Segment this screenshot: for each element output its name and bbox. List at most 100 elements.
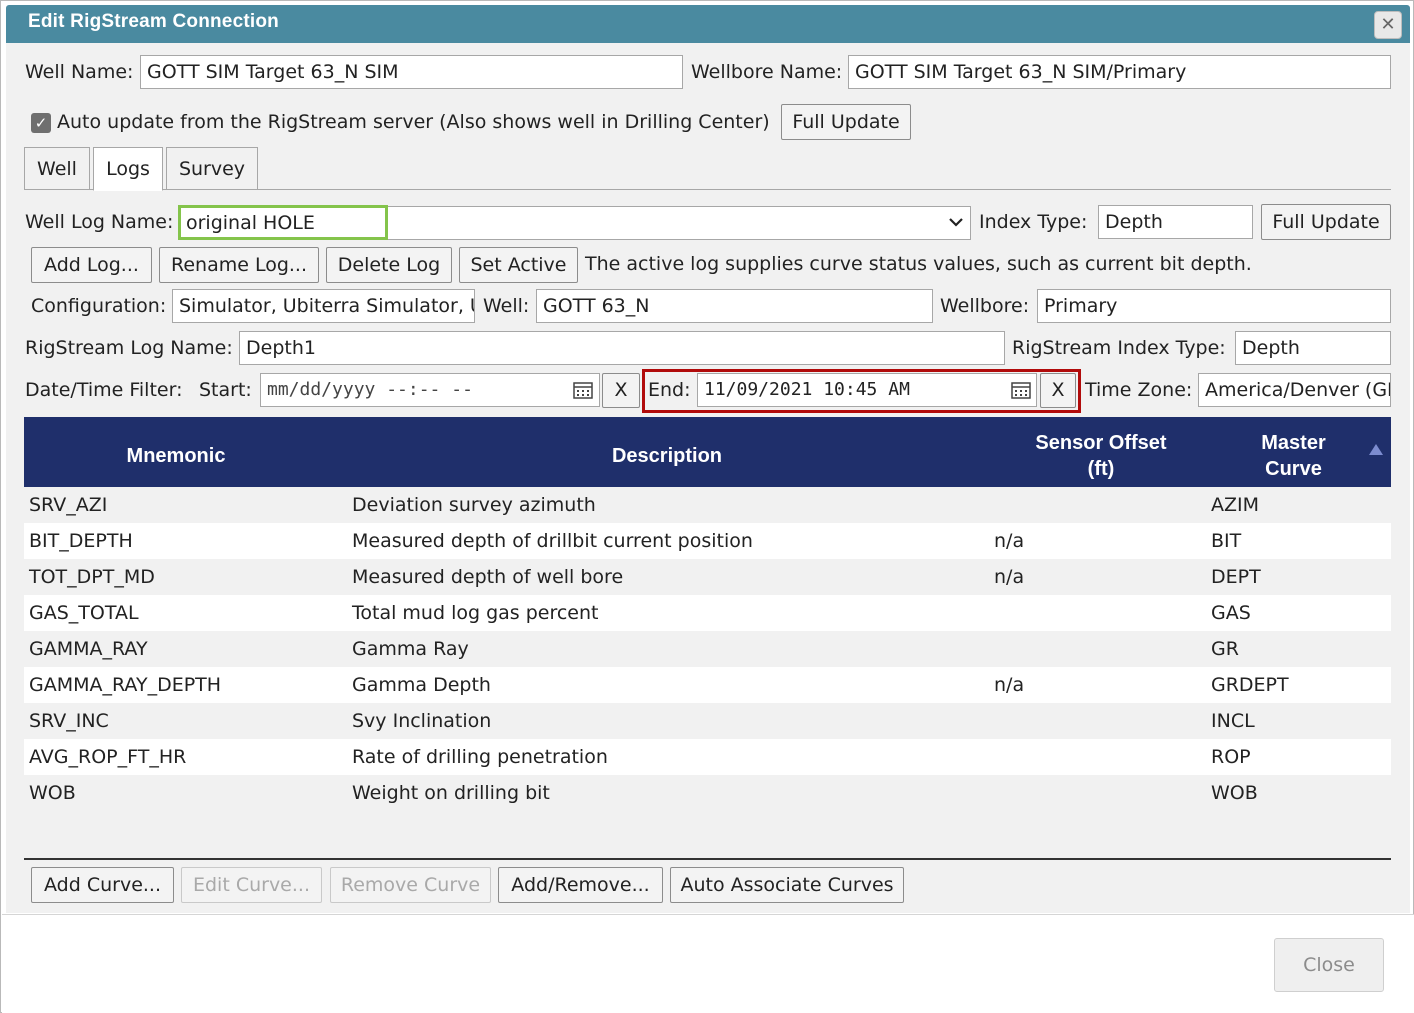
tab-logs[interactable]: Logs — [93, 147, 163, 191]
header-master-curve-line1: Master — [1261, 432, 1326, 454]
cell-description: Svy Inclination — [352, 710, 492, 732]
index-type-field[interactable]: Depth — [1098, 205, 1253, 239]
sort-ascending-icon[interactable] — [1369, 444, 1383, 455]
auto-associate-curves-button[interactable]: Auto Associate Curves — [670, 867, 904, 903]
tab-well[interactable]: Well — [24, 147, 90, 190]
delete-log-button[interactable]: Delete Log — [326, 247, 452, 283]
tab-survey[interactable]: Survey — [166, 147, 258, 190]
header-master-curve[interactable]: Master Curve — [1196, 430, 1391, 482]
header-sensor-offset[interactable]: Sensor Offset (ft) — [1006, 430, 1196, 482]
wellbore-field[interactable]: Primary — [1037, 289, 1391, 323]
cell-mnemonic: GAMMA_RAY — [29, 638, 148, 660]
date-time-filter-label: Date/Time Filter: — [25, 379, 183, 401]
cell-mnemonic: SRV_INC — [29, 710, 109, 732]
cell-mnemonic: WOB — [29, 782, 76, 804]
dialog-title: Edit RigStream Connection — [28, 11, 279, 32]
configuration-field[interactable]: Simulator, Ubiterra Simulator, Ubiterra — [172, 289, 475, 323]
header-sensor-offset-line1: Sensor Offset — [1035, 432, 1167, 454]
rigstream-log-name-field[interactable]: Depth1 — [239, 331, 1005, 365]
table-row[interactable]: GAS_TOTAL Total mud log gas percent GAS — [24, 595, 1391, 631]
well-label: Well: — [483, 295, 530, 317]
close-button[interactable]: Close — [1274, 938, 1384, 992]
well-name-field[interactable]: GOTT SIM Target 63_N SIM — [140, 55, 683, 89]
start-date-input[interactable]: mm/dd/yyyy --:-- -- — [260, 373, 600, 407]
time-zone-label: Time Zone: — [1085, 379, 1193, 401]
grid-bottom-divider — [24, 858, 1391, 860]
cell-mnemonic: SRV_AZI — [29, 494, 108, 516]
cell-master-curve: AZIM — [1211, 494, 1260, 516]
well-log-name-label: Well Log Name: — [25, 211, 174, 233]
end-date-input[interactable]: 11/09/2021 10:45 AM — [697, 373, 1037, 407]
cell-mnemonic: GAMMA_RAY_DEPTH — [29, 674, 222, 696]
active-log-hint: The active log supplies curve status val… — [585, 253, 1252, 275]
cell-description: Measured depth of well bore — [352, 566, 624, 588]
well-name-label: Well Name: — [25, 61, 134, 83]
clear-end-button[interactable]: X — [1040, 373, 1076, 408]
cell-sensor-offset: n/a — [994, 566, 1025, 588]
edit-rigstream-dialog: Edit RigStream Connection ✕ Well Name: G… — [0, 0, 1414, 1013]
grid-header: Mnemonic Description Sensor Offset (ft) … — [24, 417, 1391, 487]
cell-mnemonic: TOT_DPT_MD — [29, 566, 155, 588]
auto-update-checkbox[interactable]: ✓ — [31, 113, 51, 133]
table-row[interactable]: SRV_INC Svy Inclination INCL — [24, 703, 1391, 739]
clear-start-button[interactable]: X — [602, 373, 640, 408]
close-icon[interactable]: ✕ — [1374, 11, 1402, 39]
add-remove-button[interactable]: Add/Remove... — [498, 867, 663, 903]
well-field[interactable]: GOTT 63_N — [536, 289, 933, 323]
cell-description: Rate of drilling penetration — [352, 746, 608, 768]
remove-curve-button[interactable]: Remove Curve — [330, 867, 491, 903]
log-full-update-button[interactable]: Full Update — [1261, 204, 1391, 240]
wellbore-label: Wellbore: — [940, 295, 1030, 317]
header-description[interactable]: Description — [328, 443, 1006, 469]
auto-update-label: Auto update from the RigStream server (A… — [57, 111, 770, 133]
table-row[interactable]: WOB Weight on drilling bit WOB — [24, 775, 1391, 811]
rigstream-index-type-label: RigStream Index Type: — [1012, 337, 1226, 359]
table-row[interactable]: AVG_ROP_FT_HR Rate of drilling penetratio… — [24, 739, 1391, 775]
rename-log-button[interactable]: Rename Log... — [159, 247, 319, 283]
cell-master-curve: WOB — [1211, 782, 1258, 804]
header-mnemonic[interactable]: Mnemonic — [24, 443, 328, 469]
cell-mnemonic: BIT_DEPTH — [29, 530, 133, 552]
set-active-button[interactable]: Set Active — [459, 247, 578, 283]
cell-description: Measured depth of drillbit current posit… — [352, 530, 753, 552]
header-sensor-offset-line2: (ft) — [1087, 458, 1115, 480]
cell-sensor-offset: n/a — [994, 530, 1025, 552]
end-label: End: — [648, 379, 691, 401]
cell-description: Gamma Ray — [352, 638, 469, 660]
cell-master-curve: GRDEPT — [1211, 674, 1289, 696]
log-name-highlight — [178, 205, 388, 240]
table-row[interactable]: BIT_DEPTH Measured depth of drillbit curr… — [24, 523, 1391, 559]
edit-curve-button[interactable]: Edit Curve... — [181, 867, 322, 903]
rigstream-index-type-field[interactable]: Depth — [1235, 331, 1391, 365]
cell-master-curve: GAS — [1211, 602, 1251, 624]
calendar-icon[interactable] — [573, 381, 593, 399]
cell-description: Total mud log gas percent — [352, 602, 599, 624]
title-bar[interactable]: Edit RigStream Connection ✕ — [6, 5, 1410, 43]
calendar-icon[interactable] — [1011, 381, 1031, 399]
table-row[interactable]: GAMMA_RAY Gamma Ray GR — [24, 631, 1391, 667]
grid-body: SRV_AZI Deviation survey azimuth AZIM BIT_D… — [24, 487, 1391, 811]
wellbore-name-field[interactable]: GOTT SIM Target 63_N SIM/Primary — [848, 55, 1391, 89]
cell-master-curve: ROP — [1211, 746, 1251, 768]
cell-master-curve: BIT — [1211, 530, 1242, 552]
table-row[interactable]: GAMMA_RAY_DEPTH Gamma Depth n/a GRDEPT — [24, 667, 1391, 703]
time-zone-field[interactable]: America/Denver (GMT-7) — [1198, 373, 1391, 407]
start-label: Start: — [199, 379, 252, 401]
dialog-footer — [2, 914, 1414, 1013]
full-update-button[interactable]: Full Update — [781, 104, 911, 140]
cell-sensor-offset: n/a — [994, 674, 1025, 696]
configuration-label: Configuration: — [31, 295, 167, 317]
cell-mnemonic: AVG_ROP_FT_HR — [29, 746, 187, 768]
add-log-button[interactable]: Add Log... — [31, 247, 152, 283]
wellbore-name-label: Wellbore Name: — [691, 61, 843, 83]
cell-description: Deviation survey azimuth — [352, 494, 596, 516]
cell-master-curve: GR — [1211, 638, 1239, 660]
cell-description: Weight on drilling bit — [352, 782, 550, 804]
table-row[interactable]: SRV_AZI Deviation survey azimuth AZIM — [24, 487, 1391, 523]
add-curve-button[interactable]: Add Curve... — [31, 867, 174, 903]
chevron-down-icon[interactable] — [949, 217, 963, 227]
cell-master-curve: INCL — [1211, 710, 1255, 732]
table-row[interactable]: TOT_DPT_MD Measured depth of well bore n/a… — [24, 559, 1391, 595]
cell-master-curve: DEPT — [1211, 566, 1261, 588]
index-type-label: Index Type: — [979, 211, 1088, 233]
